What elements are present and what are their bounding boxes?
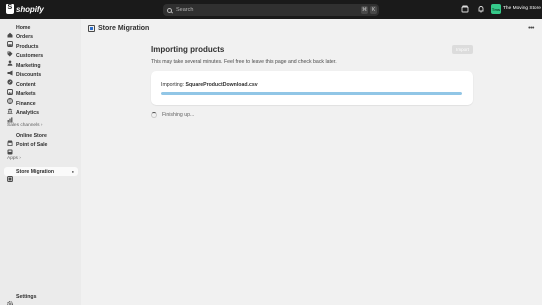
sales-channels-heading[interactable]: Sales channels › <box>7 123 43 128</box>
sidebar-item-marketing[interactable]: Marketing <box>4 61 78 75</box>
sidebar-item-discounts[interactable]: Discounts <box>4 71 78 85</box>
bell-icon[interactable] <box>477 5 485 13</box>
import-progress-card: Importing: SquareProductDownload.csv <box>151 71 473 105</box>
importing-status: Importing: SquareProductDownload.csv <box>161 82 258 88</box>
sidebar-item-label: Point of Sale <box>16 142 48 148</box>
sidebar-item-online-store[interactable]: Online Store <box>4 131 78 146</box>
sidebar-item-customers[interactable]: Customers <box>4 52 78 66</box>
store-switcher-icon[interactable] <box>461 5 469 13</box>
chart-icon <box>7 110 13 123</box>
main-content: Store Migration ••• Importing products I… <box>81 19 542 305</box>
sidebar-item-finance[interactable]: Finance <box>4 99 78 114</box>
home-icon <box>7 25 13 37</box>
sidebar-item-label: Marketing <box>16 62 41 69</box>
sidebar-item-store-migration[interactable]: Store Migration ● <box>4 167 78 182</box>
more-actions-icon[interactable]: ••• <box>528 25 534 32</box>
globe-icon <box>7 91 13 104</box>
shortcut-key-cmd: ⌘ <box>361 6 368 14</box>
sidebar-item-analytics[interactable]: Analytics <box>4 109 78 123</box>
sidebar-item-label: Discounts <box>16 72 42 78</box>
megaphone-icon <box>7 63 13 75</box>
spinner-icon <box>151 112 157 118</box>
sidebar-item-label: Content <box>16 81 36 88</box>
sidebar: Home Orders Products Customers Marketing… <box>0 19 81 305</box>
migration-icon <box>88 25 95 32</box>
search-icon <box>167 7 172 13</box>
sidebar-item-label: Home <box>16 24 31 31</box>
discount-icon <box>7 72 13 85</box>
bank-icon <box>7 101 13 114</box>
page-subtitle: This may take several minutes. Feel free… <box>151 59 337 65</box>
store-avatar[interactable]: Tms <box>491 4 501 14</box>
sidebar-item-point-of-sale[interactable]: Point of Sale <box>4 141 78 155</box>
sidebar-item-label: Products <box>16 43 39 50</box>
store-name[interactable]: The Moving Store <box>503 6 541 11</box>
apps-heading[interactable]: Apps › <box>7 156 21 161</box>
sidebar-item-home[interactable]: Home <box>4 23 78 37</box>
brand-name: shopify <box>16 4 44 14</box>
sidebar-item-label: Markets <box>16 91 36 97</box>
sidebar-item-label: Orders <box>16 34 34 40</box>
sidebar-item-settings[interactable]: Settings <box>4 292 78 305</box>
shortcut-key-k: K <box>370 6 377 14</box>
importing-prefix: Importing: <box>161 82 185 88</box>
person-icon <box>7 53 13 66</box>
sidebar-item-label: Store Migration <box>16 168 55 175</box>
sidebar-item-label: Customers <box>16 53 44 59</box>
content-icon <box>7 82 13 95</box>
sidebar-item-label: Settings <box>16 293 37 300</box>
search-placeholder: Search <box>176 7 194 13</box>
chevron-right-icon: › <box>40 123 43 128</box>
store-icon <box>7 133 13 146</box>
tag-icon <box>7 44 13 56</box>
finishing-status: Finishing up... <box>151 112 194 118</box>
sidebar-item-orders[interactable]: Orders <box>4 33 78 47</box>
sidebar-item-label: Finance <box>16 100 36 107</box>
sidebar-item-label: Online Store <box>16 132 47 139</box>
sidebar-item-products[interactable]: Products <box>4 42 78 56</box>
shopify-bag-icon <box>6 4 14 14</box>
importing-file-name: SquareProductDownload.csv <box>185 82 258 88</box>
progress-bar-fill <box>161 92 462 95</box>
app-header: Store Migration <box>88 25 149 32</box>
progress-bar <box>161 92 462 95</box>
top-bar: shopify Search ⌘ K Tms The Moving Store <box>0 0 542 19</box>
page-title: Importing products <box>151 45 225 54</box>
search-input[interactable]: Search ⌘ K <box>163 4 379 16</box>
shopify-logo[interactable]: shopify <box>6 4 44 14</box>
migration-icon <box>7 169 13 182</box>
orders-icon <box>7 34 13 47</box>
sidebar-item-content[interactable]: Content <box>4 80 78 95</box>
app-title: Store Migration <box>98 25 150 32</box>
pin-icon[interactable]: ● <box>72 169 74 174</box>
sidebar-item-markets[interactable]: Markets <box>4 90 78 104</box>
gear-icon <box>7 294 13 305</box>
status-text: Finishing up... <box>162 112 195 118</box>
sidebar-item-label: Analytics <box>16 110 40 116</box>
pos-icon <box>7 142 13 155</box>
import-button[interactable]: Import <box>452 45 473 54</box>
chevron-right-icon: › <box>19 156 21 161</box>
